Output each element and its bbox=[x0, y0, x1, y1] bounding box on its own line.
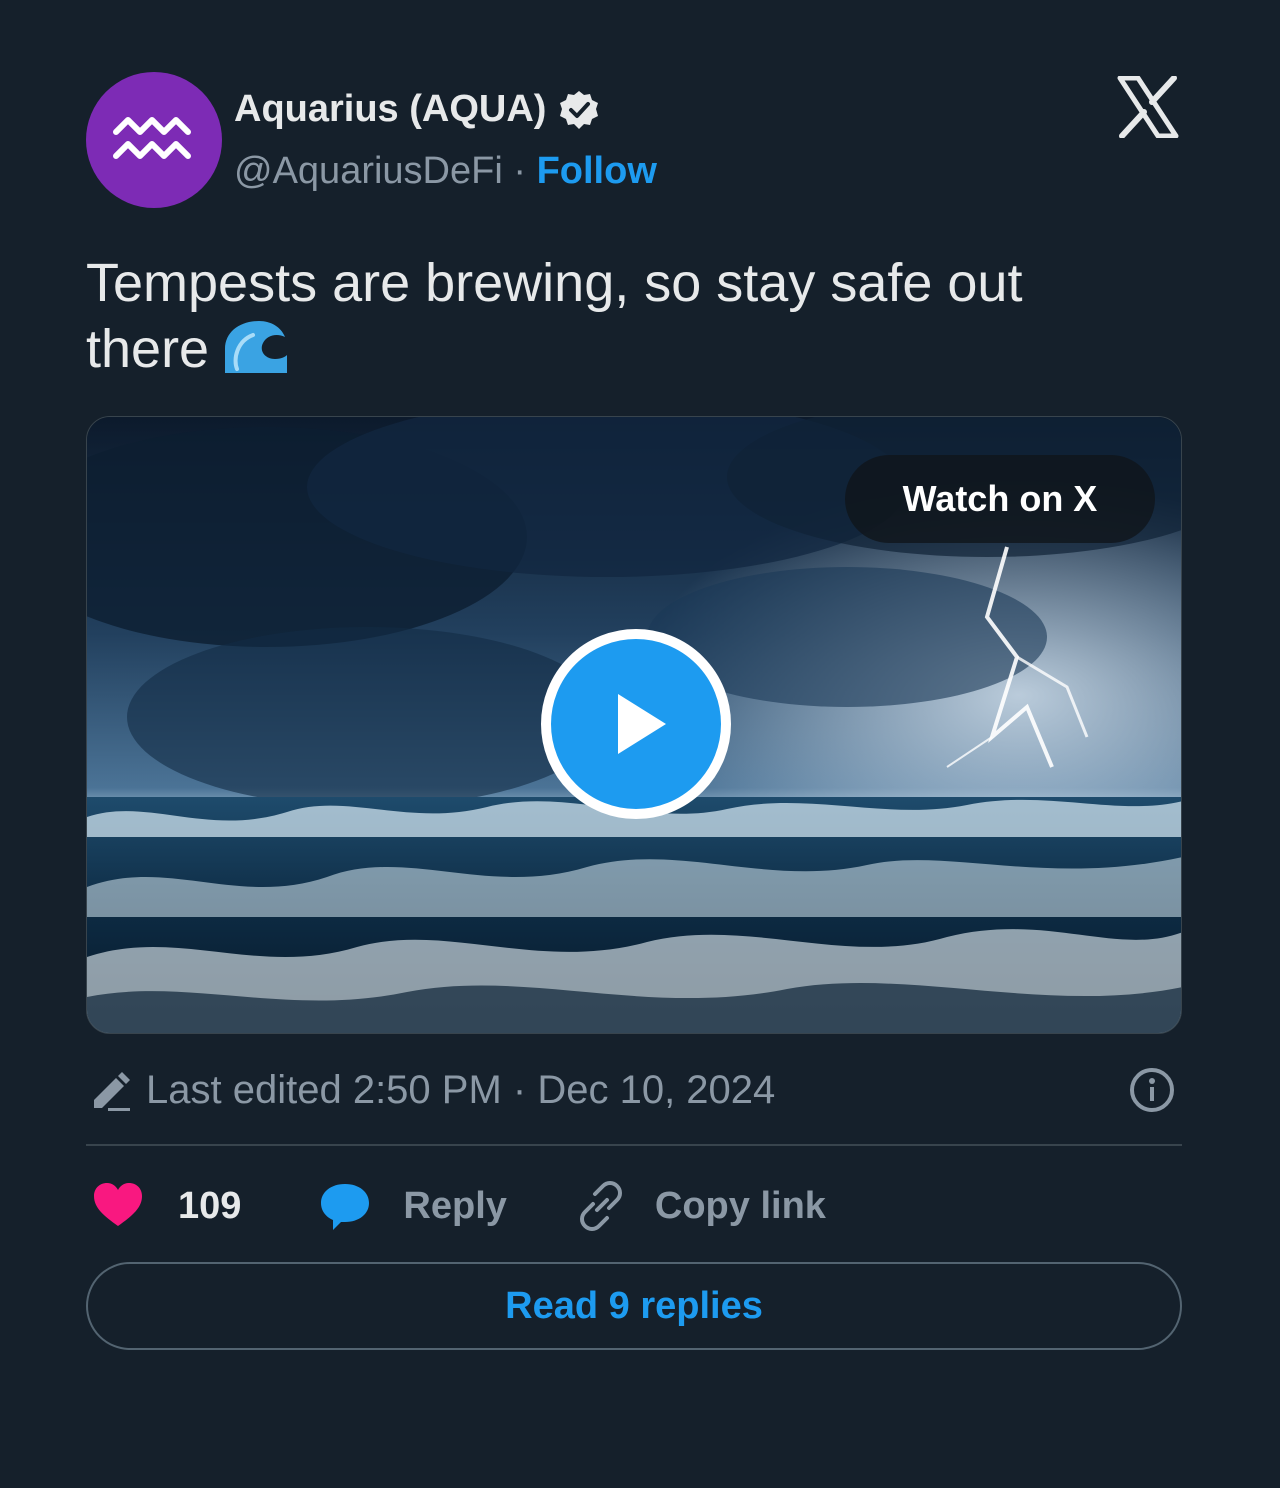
author-display-name[interactable]: Aquarius (AQUA) bbox=[234, 88, 546, 131]
x-logo-icon[interactable] bbox=[1116, 76, 1180, 138]
heart-icon bbox=[94, 1183, 142, 1226]
watch-on-x-button[interactable]: Watch on X bbox=[845, 455, 1155, 543]
play-icon bbox=[618, 694, 666, 754]
action-bar: 109 Reply Copy link bbox=[90, 1176, 826, 1236]
reply-label: Reply bbox=[403, 1184, 507, 1227]
reply-button[interactable]: Reply bbox=[317, 1178, 507, 1234]
edited-timestamp[interactable]: Last edited 2:50 PM · Dec 10, 2024 bbox=[146, 1068, 775, 1113]
tweet-text-block: Tempests are brewing, so stay safe out t… bbox=[86, 250, 1086, 382]
edited-timestamp-row: Last edited 2:50 PM · Dec 10, 2024 bbox=[88, 1062, 1184, 1118]
author-name-row[interactable]: Aquarius (AQUA) bbox=[234, 88, 600, 131]
handle-row: @AquariusDeFi · Follow bbox=[234, 150, 657, 193]
speech-bubble-icon bbox=[321, 1184, 370, 1230]
link-icon bbox=[579, 1181, 622, 1231]
read-replies-button[interactable]: Read 9 replies bbox=[86, 1262, 1182, 1350]
verified-badge-icon bbox=[560, 90, 599, 129]
pencil-icon bbox=[94, 1072, 130, 1111]
copy-link-button[interactable]: Copy link bbox=[573, 1178, 826, 1234]
follow-button[interactable]: Follow bbox=[537, 150, 657, 192]
tweet-embed-card: Aquarius (AQUA) @AquariusDeFi · Follow T… bbox=[0, 0, 1280, 1488]
author-handle[interactable]: @AquariusDeFi bbox=[234, 150, 503, 192]
like-count: 109 bbox=[178, 1184, 242, 1227]
divider bbox=[86, 1144, 1182, 1146]
copy-link-label: Copy link bbox=[654, 1184, 826, 1227]
aquarius-logo-icon bbox=[113, 117, 191, 159]
info-icon[interactable] bbox=[1128, 1066, 1176, 1114]
wave-emoji-icon bbox=[225, 321, 288, 373]
play-button[interactable] bbox=[541, 629, 731, 819]
separator-dot: · bbox=[513, 150, 527, 192]
like-button[interactable]: 109 bbox=[90, 1178, 241, 1234]
avatar[interactable] bbox=[86, 72, 222, 208]
video-player[interactable]: Watch on X bbox=[86, 416, 1182, 1034]
